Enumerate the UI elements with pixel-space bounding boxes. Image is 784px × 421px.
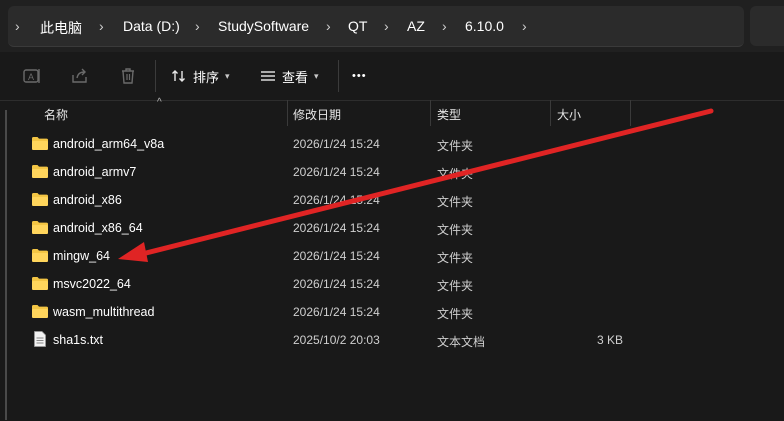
annotation-arrow xyxy=(118,108,714,262)
arrow-shaft xyxy=(135,108,714,258)
arrow-head xyxy=(118,242,148,262)
